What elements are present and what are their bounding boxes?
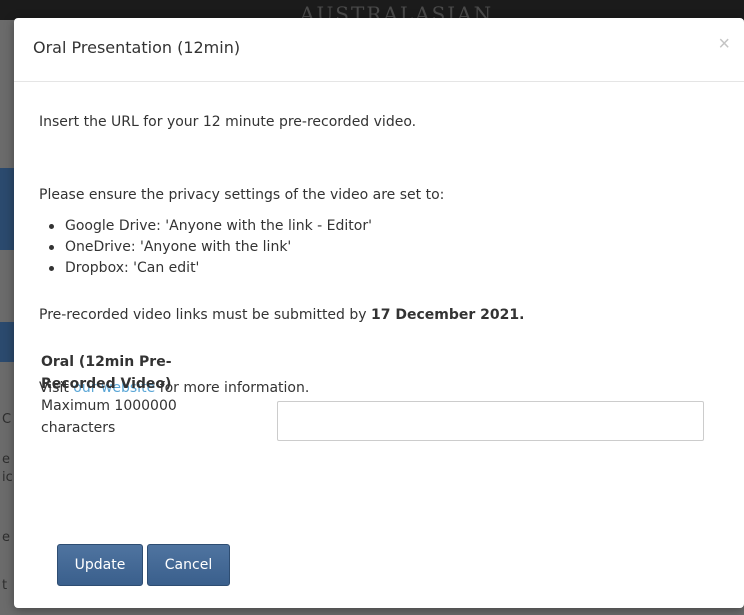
bullet-icon — [49, 266, 54, 271]
background-header: AUSTRALASIAN — [0, 0, 744, 26]
bullet-icon — [49, 224, 54, 229]
background-letter: t — [2, 578, 8, 593]
background-letter: e — [2, 530, 10, 545]
background-letter: e — [2, 452, 10, 467]
privacy-item-onedrive: OneDrive: 'Anyone with the link' — [65, 239, 292, 255]
dialog-title: Oral Presentation (12min) — [33, 38, 241, 57]
list-item: OneDrive: 'Anyone with the link' — [39, 237, 372, 257]
close-icon[interactable]: × — [718, 34, 730, 54]
field-label-title: Oral (12min Pre-Recorded Video) — [41, 354, 172, 392]
list-item: Dropbox: 'Can edit' — [39, 258, 372, 278]
deadline-prefix: Pre-recorded video links must be submitt… — [39, 307, 372, 323]
background-band — [0, 168, 14, 250]
deadline-date: 17 December 2021. — [371, 307, 525, 323]
list-item: Google Drive: 'Anyone with the link - Ed… — [39, 216, 372, 236]
update-button[interactable]: Update — [57, 544, 143, 586]
video-url-field-label: Oral (12min Pre-Recorded Video) Maximum … — [41, 351, 241, 439]
video-url-input[interactable] — [277, 401, 704, 441]
privacy-settings-list: Google Drive: 'Anyone with the link - Ed… — [39, 216, 372, 279]
background-letter: ic — [2, 470, 13, 485]
cancel-button[interactable]: Cancel — [147, 544, 230, 586]
dialog-header: Oral Presentation (12min) × — [14, 18, 744, 82]
intro-text: Insert the URL for your 12 minute pre-re… — [39, 114, 417, 130]
background-letter: C — [2, 412, 12, 427]
privacy-item-dropbox: Dropbox: 'Can edit' — [65, 260, 200, 276]
background-band — [0, 322, 14, 362]
privacy-item-google-drive: Google Drive: 'Anyone with the link - Ed… — [65, 218, 372, 234]
privacy-intro-text: Please ensure the privacy settings of th… — [39, 187, 445, 203]
bullet-icon — [49, 245, 54, 250]
deadline-text: Pre-recorded video links must be submitt… — [39, 305, 524, 325]
oral-presentation-dialog: Oral Presentation (12min) × Insert the U… — [14, 18, 744, 608]
field-label-hint: Maximum 1000000 characters — [41, 398, 177, 436]
